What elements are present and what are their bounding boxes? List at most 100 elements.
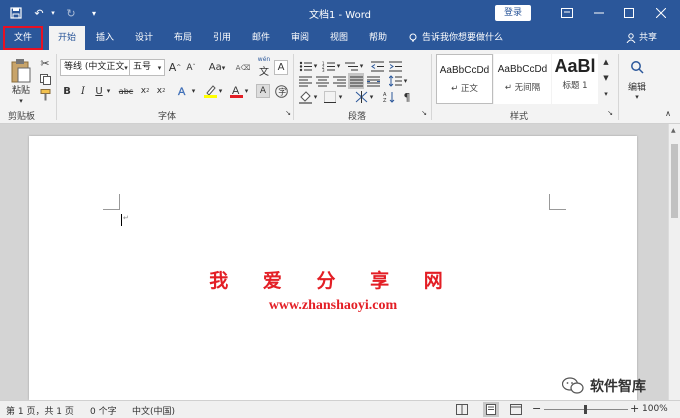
bullets-dropdown-icon[interactable]: ▾ [312, 59, 319, 73]
minimize-icon[interactable] [584, 0, 614, 26]
scrollbar-thumb[interactable] [671, 144, 678, 218]
ribbon-display-options-icon[interactable] [552, 0, 582, 26]
tab-mailings[interactable]: 邮件 [244, 26, 278, 50]
subscript-icon[interactable]: x2 [138, 84, 152, 98]
borders-dropdown-icon[interactable]: ▾ [337, 90, 344, 104]
bullets-icon[interactable] [298, 59, 312, 73]
tab-file[interactable]: 文件 [3, 26, 43, 50]
vertical-scrollbar[interactable]: ▲ [668, 124, 680, 400]
text-cursor [121, 214, 122, 226]
shading-dropdown-icon[interactable]: ▾ [312, 90, 319, 104]
web-layout-icon[interactable] [510, 404, 522, 415]
document-page[interactable]: ↵ 我 爱 分 享 网 www.zhanshaoyi.com [29, 136, 637, 400]
tab-references[interactable]: 引用 [205, 26, 239, 50]
font-dialog-launcher-icon[interactable]: ↘ [284, 108, 292, 118]
word-count[interactable]: 0 个字 [90, 404, 117, 417]
tab-view[interactable]: 视图 [322, 26, 356, 50]
align-left-icon[interactable] [298, 74, 312, 88]
login-button[interactable]: 登录 [495, 5, 531, 21]
read-mode-icon[interactable] [456, 404, 468, 415]
highlight-icon[interactable] [203, 83, 217, 99]
zoom-level[interactable]: 100% [642, 404, 668, 414]
clear-formatting-icon[interactable]: A⌫ [234, 60, 252, 75]
sort-icon[interactable]: AZ [382, 90, 396, 104]
underline-icon[interactable]: U [93, 84, 105, 98]
align-right-icon[interactable] [332, 74, 346, 88]
style-heading-1[interactable]: AaBl 标题 1 [552, 54, 598, 104]
character-border-icon[interactable]: A [274, 60, 288, 75]
styles-scroll-down-icon[interactable]: ▼ [600, 71, 612, 85]
chinese-layout-icon[interactable] [354, 90, 368, 104]
show-marks-icon[interactable]: ¶ [400, 90, 414, 104]
watermark-title: 我 爱 分 享 网 [209, 270, 457, 292]
chinese-layout-dropdown-icon[interactable]: ▾ [368, 90, 375, 104]
styles-scroll-up-icon[interactable]: ▲ [600, 55, 612, 69]
cut-icon[interactable]: ✂ [38, 56, 52, 70]
font-color-dropdown-icon[interactable]: ▾ [243, 84, 250, 98]
text-effects-icon[interactable]: A [176, 84, 190, 98]
editing-button[interactable]: 编辑 [624, 80, 650, 93]
zoom-in-icon[interactable]: + [630, 402, 639, 415]
font-name-box[interactable]: 等线 (中文正文 [60, 59, 130, 76]
tab-design[interactable]: 设计 [127, 26, 161, 50]
character-shading-icon[interactable]: A [256, 84, 270, 98]
numbering-icon[interactable]: 123 [321, 59, 335, 73]
paste-label[interactable]: 粘贴 [8, 83, 34, 96]
grow-font-icon[interactable]: A ^ [168, 60, 182, 75]
zoom-out-icon[interactable]: − [532, 402, 541, 415]
styles-more-icon[interactable]: ▾ [600, 87, 612, 101]
tab-home[interactable]: 开始 [49, 26, 85, 50]
shading-icon[interactable] [298, 90, 312, 104]
borders-icon[interactable] [323, 90, 337, 104]
collapse-ribbon-icon[interactable]: ∧ [662, 108, 674, 118]
tell-me-search[interactable]: 告诉我你想要做什么 [408, 26, 503, 50]
style-normal[interactable]: AaBbCcDd ↵ 正文 [436, 54, 493, 104]
copy-icon[interactable] [38, 72, 52, 86]
style-no-spacing-sample: AaBbCcDd [497, 64, 548, 75]
close-icon[interactable] [646, 0, 676, 26]
multilevel-list-icon[interactable] [344, 59, 358, 73]
scroll-up-icon[interactable]: ▲ [671, 127, 676, 134]
enclose-characters-icon[interactable]: 字 [274, 84, 288, 98]
search-icon[interactable] [626, 56, 648, 78]
tab-review[interactable]: 审阅 [283, 26, 317, 50]
share-button[interactable]: 共享 [626, 26, 657, 50]
strikethrough-icon[interactable]: abc [118, 84, 134, 98]
maximize-icon[interactable] [614, 0, 644, 26]
font-color-icon[interactable]: A [229, 83, 243, 99]
distributed-icon[interactable] [366, 74, 380, 88]
highlight-dropdown-icon[interactable]: ▾ [217, 84, 224, 98]
line-spacing-dropdown-icon[interactable]: ▾ [402, 74, 409, 88]
paste-icon[interactable] [8, 56, 34, 86]
phonetic-guide-icon[interactable]: wén 文 [256, 56, 272, 78]
multilevel-list-dropdown-icon[interactable]: ▾ [358, 59, 365, 73]
tab-insert[interactable]: 插入 [88, 26, 122, 50]
paragraph-dialog-launcher-icon[interactable]: ↘ [420, 108, 428, 118]
editing-dropdown-icon[interactable]: ▾ [630, 92, 644, 102]
format-painter-icon[interactable] [38, 88, 52, 102]
font-size-dropdown-icon[interactable]: ▾ [155, 60, 164, 75]
superscript-icon[interactable]: x2 [154, 84, 168, 98]
page-count[interactable]: 第 1 页，共 1 页 [6, 404, 74, 417]
line-spacing-icon[interactable] [388, 74, 402, 88]
shrink-font-icon[interactable]: Aˇ [184, 60, 198, 75]
tab-layout[interactable]: 布局 [166, 26, 200, 50]
decrease-indent-icon[interactable] [370, 59, 384, 73]
bold-icon[interactable]: B [61, 84, 73, 98]
change-case-icon[interactable]: Aa ▾ [206, 60, 228, 75]
italic-icon[interactable]: I [77, 84, 89, 98]
numbering-dropdown-icon[interactable]: ▾ [335, 59, 342, 73]
increase-indent-icon[interactable] [388, 59, 402, 73]
styles-dialog-launcher-icon[interactable]: ↘ [606, 108, 614, 118]
tab-help[interactable]: 帮助 [361, 26, 395, 50]
print-layout-icon[interactable] [483, 402, 499, 417]
text-effects-dropdown-icon[interactable]: ▾ [190, 84, 197, 98]
justify-icon[interactable] [348, 73, 364, 89]
status-bar: 第 1 页，共 1 页 0 个字 中文(中国) − + 100% [0, 400, 680, 418]
align-center-icon[interactable] [315, 74, 329, 88]
paste-dropdown-icon[interactable]: ▾ [14, 96, 28, 106]
underline-dropdown-icon[interactable]: ▾ [105, 84, 112, 98]
style-no-spacing[interactable]: AaBbCcDd ↵ 无间隔 [494, 54, 551, 104]
zoom-slider-thumb[interactable] [584, 405, 587, 414]
language-indicator[interactable]: 中文(中国) [132, 404, 175, 417]
